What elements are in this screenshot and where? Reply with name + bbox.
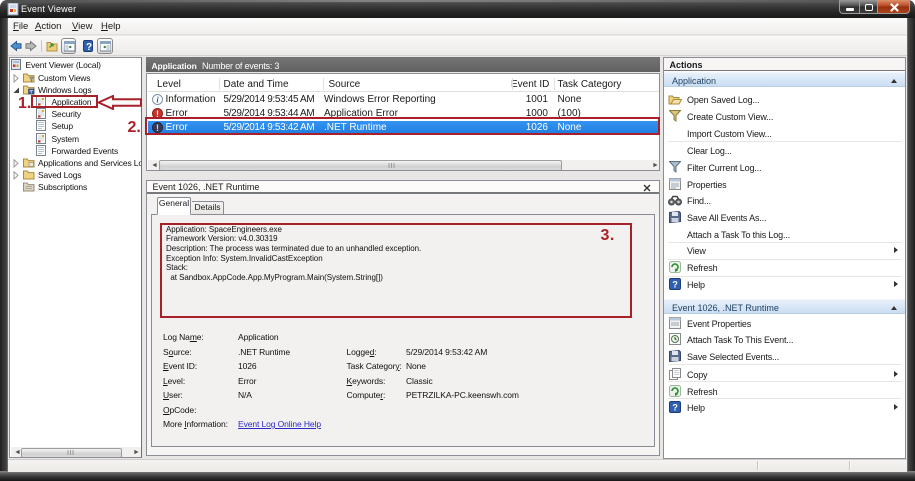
svg-text:?: ? <box>672 279 677 289</box>
svg-text:?: ? <box>672 403 677 413</box>
svg-text:?: ? <box>86 42 92 52</box>
